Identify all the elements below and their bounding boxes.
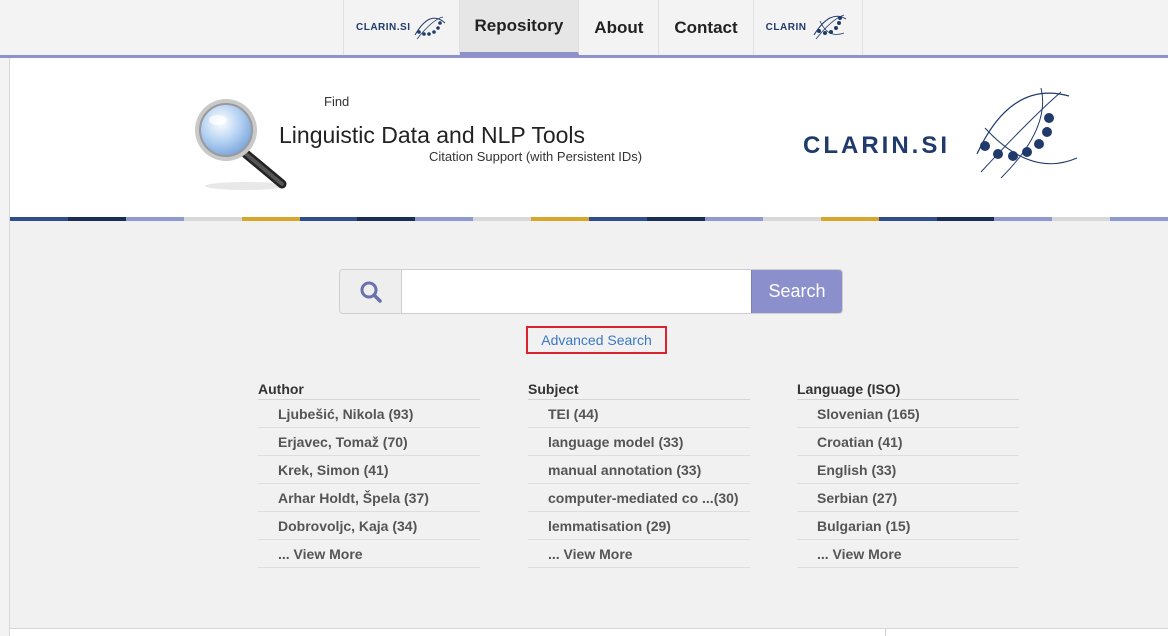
clarin-eu-nav-logo[interactable]: CLARIN: [754, 0, 864, 55]
clarin-eu-nav-logo-text: CLARIN: [765, 22, 807, 33]
top-navbar: CLARIN.SI Repository About Contact CLARI…: [0, 0, 1168, 58]
nav-about[interactable]: About: [579, 0, 660, 55]
facet-item[interactable]: TEI (44): [528, 400, 750, 428]
facet-item[interactable]: Erjavec, Tomaž (70): [258, 428, 480, 456]
facet-item[interactable]: lemmatisation (29): [528, 512, 750, 540]
banner-subtitle: Citation Support (with Persistent IDs): [429, 149, 643, 164]
facet-item[interactable]: Croatian (41): [797, 428, 1019, 456]
facet-view-more[interactable]: ... View More: [258, 540, 480, 568]
facet-item[interactable]: Arhar Holdt, Špela (37): [258, 484, 480, 512]
banner-find-label: Find: [324, 94, 350, 109]
clarin-si-nav-logo[interactable]: CLARIN.SI: [344, 0, 460, 55]
nav-menu: CLARIN.SI Repository About Contact CLARI…: [343, 0, 864, 55]
clarin-si-swirl-icon: [976, 88, 1078, 179]
search-button[interactable]: Search: [751, 270, 842, 313]
facet-heading: Author: [258, 380, 480, 400]
facet-item[interactable]: Ljubešić, Nikola (93): [258, 400, 480, 428]
facet-item[interactable]: Serbian (27): [797, 484, 1019, 512]
footer-divider: [885, 628, 886, 636]
facet-item[interactable]: Dobrovoljc, Kaja (34): [258, 512, 480, 540]
banner-title: Linguistic Data and NLP Tools: [279, 122, 586, 148]
search-bar: Search: [339, 269, 843, 314]
facet-subject: Subject TEI (44) language model (33) man…: [528, 380, 750, 568]
footer-edge: [10, 628, 1168, 636]
facet-heading: Language (ISO): [797, 380, 1019, 400]
facet-language: Language (ISO) Slovenian (165) Croatian …: [797, 380, 1019, 568]
facet-item[interactable]: computer-mediated co ...(30): [528, 484, 750, 512]
header-banner: Find Linguistic Data and NLP Tools Citat…: [10, 58, 1168, 218]
clarin-swirl-icon: [814, 14, 847, 39]
left-frame-bar: [0, 58, 10, 636]
clarin-si-logo-text: CLARIN.SI: [803, 132, 950, 159]
nav-repository[interactable]: Repository: [459, 0, 580, 55]
nav-contact[interactable]: Contact: [659, 0, 754, 55]
magnifier-icon: [195, 99, 287, 190]
clarin-si-nav-logo-text: CLARIN.SI: [356, 22, 411, 33]
search-addon[interactable]: [340, 270, 402, 313]
search-input[interactable]: [402, 270, 751, 313]
facet-item[interactable]: Bulgarian (15): [797, 512, 1019, 540]
facet-item[interactable]: language model (33): [528, 428, 750, 456]
search-icon: [360, 281, 382, 303]
facet-item[interactable]: manual annotation (33): [528, 456, 750, 484]
facet-item[interactable]: Slovenian (165): [797, 400, 1019, 428]
facet-item[interactable]: Krek, Simon (41): [258, 456, 480, 484]
clarin-si-logo: CLARIN.SI: [803, 88, 1083, 188]
facet-item[interactable]: English (33): [797, 456, 1019, 484]
clarin-dots-icon: [414, 16, 445, 39]
facet-author: Author Ljubešić, Nikola (93) Erjavec, To…: [258, 380, 480, 568]
facet-view-more[interactable]: ... View More: [797, 540, 1019, 568]
facet-view-more[interactable]: ... View More: [528, 540, 750, 568]
advanced-search-link[interactable]: Advanced Search: [526, 326, 667, 354]
facet-heading: Subject: [528, 380, 750, 400]
